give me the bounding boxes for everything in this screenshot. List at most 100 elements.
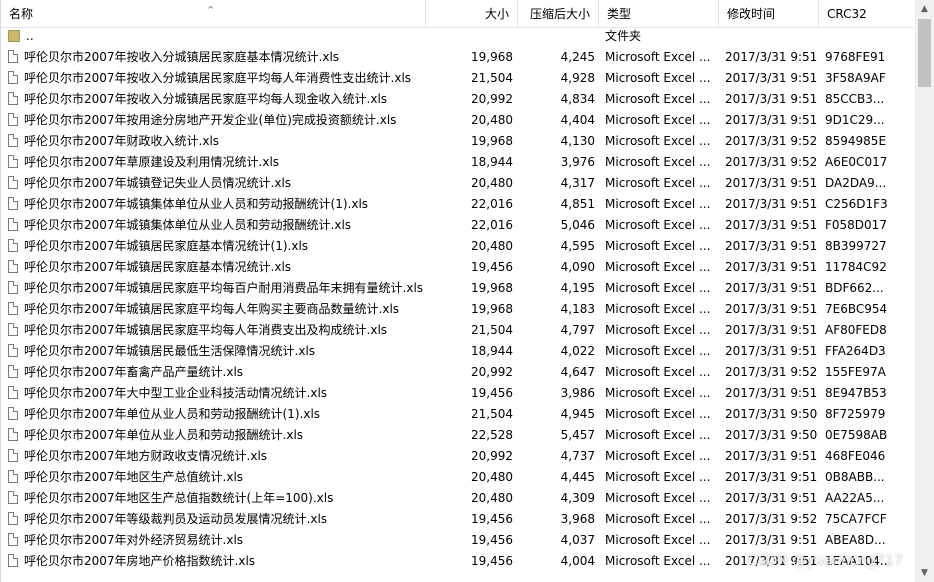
file-type-cell: Microsoft Excel ... bbox=[605, 491, 711, 505]
file-row[interactable]: 呼伦贝尔市2007年城镇集体单位从业人员和劳动报酬统计.xls 22,016 5,0… bbox=[1, 215, 916, 236]
file-size-cell: 20,480 bbox=[471, 470, 513, 484]
file-packed-size-cell: 4,834 bbox=[560, 92, 595, 106]
file-icon bbox=[8, 344, 18, 357]
file-type-cell: Microsoft Excel ... bbox=[605, 428, 711, 442]
file-row[interactable]: 呼伦贝尔市2007年城镇登记失业人员情况统计.xls 20,480 4,317 Mic… bbox=[1, 173, 916, 194]
file-row[interactable]: 呼伦贝尔市2007年等级裁判员及运动员发展情况统计.xls 19,456 3,968… bbox=[1, 509, 916, 530]
file-row[interactable]: 呼伦贝尔市2007年城镇居民家庭平均每人年购买主要商品数量统计.xls 19,96… bbox=[1, 299, 916, 320]
file-size-cell: 18,944 bbox=[471, 155, 513, 169]
file-name-label: 呼伦贝尔市2007年城镇居民家庭基本情况统计(1).xls bbox=[24, 239, 309, 253]
file-icon bbox=[8, 323, 18, 336]
file-crc-cell: 7E6BC954 bbox=[825, 302, 888, 316]
file-modified-cell: 2017/3/31 9:52 bbox=[725, 155, 818, 169]
file-size-cell: 20,480 bbox=[471, 176, 513, 190]
file-icon bbox=[8, 386, 18, 399]
file-type-cell: Microsoft Excel ... bbox=[605, 50, 711, 64]
file-row[interactable]: 呼伦贝尔市2007年城镇集体单位从业人员和劳动报酬统计(1).xls 22,016… bbox=[1, 194, 916, 215]
file-crc-cell: BDF662... bbox=[825, 281, 884, 295]
file-name-label: 呼伦贝尔市2007年畜禽产品产量统计.xls bbox=[24, 365, 244, 379]
column-header-name[interactable]: 名称 ⌃ bbox=[1, 0, 426, 27]
file-name-label: 呼伦贝尔市2007年按收入分城镇居民家庭基本情况统计.xls bbox=[24, 50, 340, 64]
file-name-label: 呼伦贝尔市2007年城镇居民最低生活保障情况统计.xls bbox=[24, 344, 316, 358]
file-packed-size-cell: 4,245 bbox=[560, 50, 595, 64]
file-row[interactable]: 呼伦贝尔市2007年单位从业人员和劳动报酬统计(1).xls 21,504 4,94… bbox=[1, 404, 916, 425]
file-modified-cell: 2017/3/31 9:52 bbox=[725, 365, 818, 379]
file-row[interactable]: 呼伦贝尔市2007年单位从业人员和劳动报酬统计.xls 22,528 5,457 Mi… bbox=[1, 425, 916, 446]
vertical-scrollbar[interactable]: ▲ ▼ bbox=[915, 0, 934, 582]
file-icon bbox=[8, 407, 18, 420]
file-modified-cell: 2017/3/31 9:51 bbox=[725, 260, 818, 274]
file-row[interactable]: 呼伦贝尔市2007年地方财政收支情况统计.xls 20,992 4,737 Micro… bbox=[1, 446, 916, 467]
file-name-label: 呼伦贝尔市2007年地区生产总值统计.xls bbox=[24, 470, 244, 484]
file-row[interactable]: 呼伦贝尔市2007年按用途分房地产开发企业(单位)完成投资额统计.xls 20,4… bbox=[1, 110, 916, 131]
file-name-label: 呼伦贝尔市2007年地方财政收支情况统计.xls bbox=[24, 449, 268, 463]
file-size-cell: 18,944 bbox=[471, 344, 513, 358]
file-name-label: 呼伦贝尔市2007年按收入分城镇居民家庭平均每人现金收入统计.xls bbox=[24, 92, 388, 106]
file-crc-cell: 155FE97A bbox=[825, 365, 886, 379]
file-icon bbox=[8, 449, 18, 462]
column-header-modified[interactable]: 修改时间 bbox=[719, 0, 819, 27]
file-size-cell: 20,480 bbox=[471, 113, 513, 127]
file-crc-cell: C256D1F3 bbox=[825, 197, 888, 211]
file-type-cell: Microsoft Excel ... bbox=[605, 365, 711, 379]
file-type-cell: Microsoft Excel ... bbox=[605, 218, 711, 232]
file-crc-cell: 0B8ABB... bbox=[825, 470, 885, 484]
file-size-cell: 19,968 bbox=[471, 134, 513, 148]
file-modified-cell: 2017/3/31 9:51 bbox=[725, 533, 818, 547]
file-name-cell: 呼伦贝尔市2007年城镇居民家庭基本情况统计.xls bbox=[8, 257, 428, 278]
file-packed-size-cell: 4,183 bbox=[560, 302, 595, 316]
file-type-cell: Microsoft Excel ... bbox=[605, 407, 711, 421]
file-size-cell: 19,456 bbox=[471, 554, 513, 568]
file-row[interactable]: 呼伦贝尔市2007年大中型工业企业科技活动情况统计.xls 19,456 3,986… bbox=[1, 383, 916, 404]
file-row[interactable]: 呼伦贝尔市2007年按收入分城镇居民家庭平均每人年消费性支出统计.xls 21,5… bbox=[1, 68, 916, 89]
file-packed-size-cell: 4,309 bbox=[560, 491, 595, 505]
column-header-crc32[interactable]: CRC32 bbox=[819, 0, 916, 27]
file-row[interactable]: 呼伦贝尔市2007年地区生产总值指数统计(上年=100).xls 20,480 4,… bbox=[1, 488, 916, 509]
file-row[interactable]: 呼伦贝尔市2007年城镇居民家庭平均每人年消费支出及构成统计.xls 21,504… bbox=[1, 320, 916, 341]
file-row[interactable]: 呼伦贝尔市2007年对外经济贸易统计.xls 19,456 4,037 Microso… bbox=[1, 530, 916, 551]
file-modified-cell: 2017/3/31 9:51 bbox=[725, 113, 818, 127]
file-modified-cell: 2017/3/31 9:51 bbox=[725, 71, 818, 85]
file-packed-size-cell: 4,195 bbox=[560, 281, 595, 295]
file-row[interactable]: 呼伦贝尔市2007年城镇居民家庭基本情况统计.xls 19,456 4,090 Mic… bbox=[1, 257, 916, 278]
file-row[interactable]: 呼伦贝尔市2007年城镇居民家庭平均每百户耐用消费品年末拥有量统计.xls 19,… bbox=[1, 278, 916, 299]
file-icon bbox=[8, 470, 18, 483]
file-name-cell: 呼伦贝尔市2007年地区生产总值指数统计(上年=100).xls bbox=[8, 488, 428, 509]
column-header-packed-size[interactable]: 压缩后大小 bbox=[518, 0, 599, 27]
file-type-cell: Microsoft Excel ... bbox=[605, 281, 711, 295]
file-row[interactable]: 呼伦贝尔市2007年按收入分城镇居民家庭基本情况统计.xls 19,968 4,24… bbox=[1, 47, 916, 68]
file-row[interactable]: 呼伦贝尔市2007年财政收入统计.xls 19,968 4,130 Microsoft… bbox=[1, 131, 916, 152]
file-size-cell: 20,480 bbox=[471, 239, 513, 253]
file-crc-cell: ABEA8D... bbox=[825, 533, 886, 547]
scrollbar-thumb[interactable] bbox=[918, 19, 931, 87]
file-icon bbox=[8, 71, 18, 84]
file-packed-size-cell: 4,404 bbox=[560, 113, 595, 127]
file-name-cell: 呼伦贝尔市2007年财政收入统计.xls bbox=[8, 131, 428, 152]
file-row[interactable]: 呼伦贝尔市2007年城镇居民最低生活保障情况统计.xls 18,944 4,022 M… bbox=[1, 341, 916, 362]
file-name-label: 呼伦贝尔市2007年大中型工业企业科技活动情况统计.xls bbox=[24, 386, 328, 400]
file-icon bbox=[8, 218, 18, 231]
file-icon bbox=[8, 302, 18, 315]
file-row[interactable]: 呼伦贝尔市2007年按收入分城镇居民家庭平均每人现金收入统计.xls 20,992… bbox=[1, 89, 916, 110]
file-row[interactable]: 呼伦贝尔市2007年草原建设及利用情况统计.xls 18,944 3,976 Micr… bbox=[1, 152, 916, 173]
file-crc-cell: AF80FED8 bbox=[825, 323, 887, 337]
file-icon bbox=[8, 134, 18, 147]
file-icon bbox=[8, 260, 18, 273]
column-header-bar: 名称 ⌃ 大小 压缩后大小 类型 修改时间 CRC32 bbox=[1, 0, 916, 28]
file-name-cell: 呼伦贝尔市2007年城镇居民家庭平均每人年消费支出及构成统计.xls bbox=[8, 320, 428, 341]
file-name-cell: 呼伦贝尔市2007年按收入分城镇居民家庭平均每人现金收入统计.xls bbox=[8, 89, 428, 110]
file-row[interactable]: 呼伦贝尔市2007年地区生产总值统计.xls 20,480 4,445 Microso… bbox=[1, 467, 916, 488]
file-name-label: 呼伦贝尔市2007年对外经济贸易统计.xls bbox=[24, 533, 244, 547]
scroll-down-arrow-icon[interactable]: ▼ bbox=[915, 565, 934, 582]
file-type-cell: Microsoft Excel ... bbox=[605, 260, 711, 274]
scroll-up-arrow-icon[interactable]: ▲ bbox=[915, 1, 934, 18]
file-crc-cell: 0E7598AB bbox=[825, 428, 888, 442]
file-row[interactable]: 呼伦贝尔市2007年畜禽产品产量统计.xls 20,992 4,647 Microso… bbox=[1, 362, 916, 383]
file-row[interactable]: 呼伦贝尔市2007年城镇居民家庭基本情况统计(1).xls 20,480 4,595… bbox=[1, 236, 916, 257]
file-icon bbox=[8, 176, 18, 189]
file-crc-cell: 8B399727 bbox=[825, 239, 887, 253]
column-header-type[interactable]: 类型 bbox=[599, 0, 719, 27]
column-header-crc32-label: CRC32 bbox=[827, 7, 867, 21]
parent-folder-row[interactable]: .. 文件夹 bbox=[1, 26, 916, 47]
column-header-size[interactable]: 大小 bbox=[426, 0, 518, 27]
